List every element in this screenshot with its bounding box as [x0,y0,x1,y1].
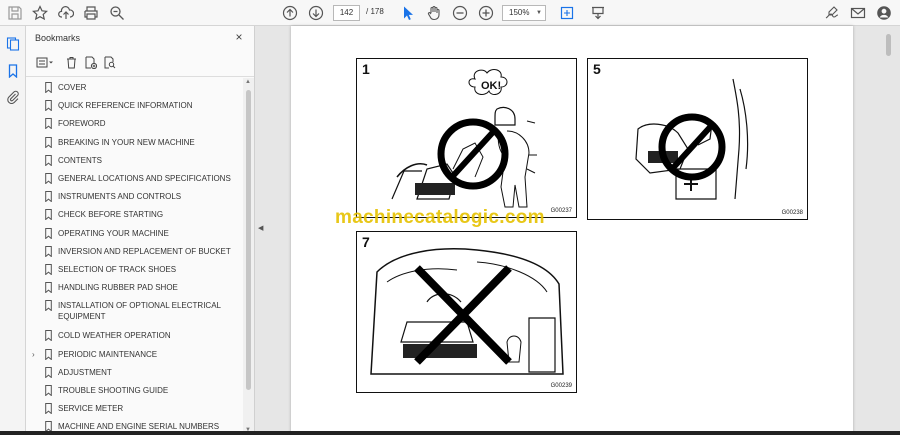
bookmark-flag-icon [45,348,52,361]
illustration-panel-5: 5 G00238 [587,58,808,220]
zoom-level-value: 150% [509,8,530,17]
bookmark-flag-icon [45,173,52,185]
next-page-icon[interactable] [306,3,326,23]
bookmark-flag-icon [45,82,52,94]
watermark-text: machinecatalogic.com [335,207,545,228]
bookmark-flag-icon [45,118,52,130]
safety-gear-illustration: OK! [391,69,537,208]
read-mode-icon[interactable] [588,3,608,23]
select-cursor-icon[interactable] [398,3,418,23]
bookmark-flag-icon [45,245,52,258]
bookmark-label: QUICK REFERENCE INFORMATION [58,101,193,111]
bookmarks-panel-icon[interactable] [4,62,22,80]
bookmark-label: HANDLING RUBBER PAD SHOE [58,283,178,293]
sign-icon[interactable] [822,3,842,23]
left-tool-strip [0,26,26,435]
bookmark-star-icon[interactable] [30,3,50,23]
bookmark-label: PERIODIC MAINTENANCE [58,349,158,359]
figure-code: G00237 [550,208,572,214]
attachments-icon[interactable] [4,88,22,106]
page-number-input[interactable]: 142 [333,5,360,21]
ok-caption: OK! [481,80,501,92]
bookmark-flag-icon [45,330,52,342]
bookmarks-title: Bookmarks [35,33,81,43]
zoom-level-select[interactable]: 150% ▼ [502,5,546,21]
bookmark-flag-icon [45,385,52,397]
zoom-search-icon[interactable] [107,3,127,23]
document-scroll-thumb[interactable] [886,34,891,56]
cloud-upload-icon[interactable] [56,3,76,23]
bookmark-label: SELECTION OF TRACK SHOES [58,265,177,274]
bookmark-label: BREAKING IN YOUR NEW MACHINE [58,137,195,147]
bookmark-flag-icon [45,227,52,240]
bookmarks-scroll-thumb[interactable] [246,90,251,390]
bookmarks-divider [26,76,254,77]
document-scrollbar[interactable] [879,26,900,435]
figure-code: G00239 [550,383,572,389]
fit-page-icon[interactable] [557,3,577,23]
bookmark-label: GENERAL LOCATIONS AND SPECIFICATIONS [58,174,231,183]
bookmark-label: OPERATING YOUR MACHINE [58,228,169,238]
illustration-panel-1: 1 OK! G00237 [356,58,577,218]
bookmark-flag-icon [45,300,52,312]
email-icon[interactable] [848,3,868,23]
bookmarks-toolbar [26,52,254,72]
bookmark-flag-icon [45,366,52,379]
bookmark-label: SERVICE METER [58,404,124,414]
bookmark-flag-icon [45,282,52,294]
bookmark-label: INSTALLATION OF OPTIONAL ELECTRICAL EQUI… [58,301,221,322]
zoom-in-icon[interactable] [476,3,496,23]
enclosed-space-illustration [370,248,564,375]
bookmark-label: FOREWORD [58,119,106,129]
bookmark-flag-icon [45,209,52,221]
delete-bookmark-icon[interactable] [63,54,79,70]
bookmark-flag-icon [45,403,52,415]
find-bookmark-icon[interactable] [101,54,117,70]
page-total: / 178 [366,7,384,16]
bookmark-flag-icon [45,154,52,167]
bookmark-flag-icon [45,264,52,276]
bookmark-flag-icon [45,191,52,203]
bookmark-flag-icon [45,136,52,149]
illustration-panel-7: 7 G00239 [356,231,577,393]
zoom-out-icon[interactable] [450,3,470,23]
hand-tool-icon[interactable] [424,3,444,23]
pdf-page: 1 OK! G00237 5 G00238 7 G00239 [291,26,853,435]
taskbar-strip [0,431,900,435]
print-icon[interactable] [81,3,101,23]
bookmarks-scrollbar[interactable]: ▲ ▼ [243,78,254,435]
first-aid-illustration [635,78,749,200]
expand-chevron-icon[interactable]: › [32,349,35,360]
bookmarks-panel: Bookmarks × COVER QUICK REFERENCE INFORMA… [26,26,255,435]
account-icon[interactable] [874,3,894,23]
bookmark-list: COVER QUICK REFERENCE INFORMATION FOREWORD… [26,78,243,435]
collapse-panel-icon[interactable]: ◀ [258,224,263,232]
chevron-down-icon: ▼ [536,10,542,16]
previous-page-icon[interactable] [280,3,300,23]
bookmark-label: CONTENTS [58,155,102,165]
bookmark-label: TROUBLE SHOOTING GUIDE [58,386,169,395]
top-toolbar: 142 / 178 150% ▼ [0,0,900,26]
bookmark-label: CHECK BEFORE STARTING [58,210,164,220]
add-bookmark-icon[interactable] [82,54,98,70]
save-icon[interactable] [5,3,25,23]
pages-thumbnail-icon[interactable] [4,35,22,53]
bookmark-flag-icon [45,100,52,112]
bookmark-options-icon[interactable] [34,54,56,70]
bookmark-label: INVERSION AND REPLACEMENT OF BUCKET [58,246,231,256]
bookmark-label: COVER [58,83,87,92]
scroll-up-icon[interactable]: ▲ [245,79,251,85]
bookmark-label: COLD WEATHER OPERATION [58,331,171,341]
close-icon[interactable]: × [232,30,246,44]
bookmark-label: INSTRUMENTS AND CONTROLS [58,192,182,202]
figure-code: G00238 [781,210,803,216]
bookmark-label: ADJUSTMENT [58,367,112,377]
